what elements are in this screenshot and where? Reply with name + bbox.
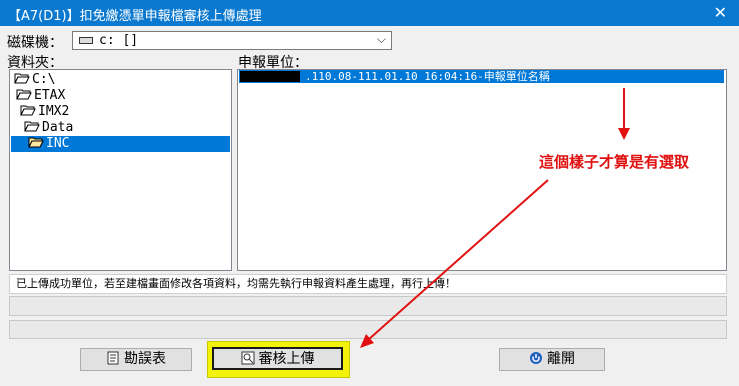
- window-title: 【A7(D1)】扣免繳憑單申報檔審核上傳處理: [8, 9, 262, 24]
- report-unit-row[interactable]: .110.08-111.01.10 16:04:16-申報單位名稱: [239, 70, 724, 83]
- hard-drive-icon: [79, 37, 93, 44]
- folder-open-icon: [16, 89, 32, 100]
- tree-item-label: IMX2: [38, 104, 70, 119]
- status-message: 已上傳成功單位，若至建檔畫面修改各項資料，均需先執行申報資料產生處理，再行上傳！: [9, 274, 727, 294]
- folder-open-icon: [28, 137, 44, 148]
- tree-item-label: C:\: [32, 72, 56, 87]
- document-icon: [107, 351, 119, 365]
- message-bar: [9, 296, 727, 316]
- upload-check-icon: [241, 351, 254, 365]
- error-table-label: 勘誤表: [124, 351, 166, 367]
- title-bar: 【A7(D1)】扣免繳憑單申報檔審核上傳處理 ✕: [0, 0, 739, 26]
- chevron-down-icon[interactable]: ⌵: [377, 32, 386, 47]
- close-icon[interactable]: ✕: [714, 3, 727, 22]
- exit-label: 離開: [547, 351, 575, 367]
- tree-item-c-root[interactable]: C:\: [14, 72, 55, 88]
- tree-item-imx2[interactable]: IMX2: [20, 104, 69, 120]
- folder-open-icon: [14, 73, 30, 84]
- drive-value: c: []: [99, 33, 139, 48]
- tree-item-data[interactable]: Data: [24, 120, 73, 136]
- report-unit-row-text: .110.08-111.01.10 16:04:16-申報單位名稱: [305, 70, 550, 83]
- review-upload-label: 審核上傳: [258, 351, 315, 367]
- folder-tree[interactable]: C:\ ETAX IMX2 Data INC: [9, 69, 232, 271]
- tree-item-label: INC: [46, 136, 70, 151]
- folder-open-icon: [24, 121, 40, 132]
- review-upload-button[interactable]: 審核上傳: [212, 347, 343, 370]
- progress-bar: [9, 320, 727, 339]
- power-icon: [530, 352, 542, 364]
- tree-item-etax[interactable]: ETAX: [16, 88, 65, 104]
- error-table-button[interactable]: 勘誤表: [80, 348, 192, 371]
- exit-button[interactable]: 離開: [499, 348, 605, 371]
- drive-label: 磁碟機：: [7, 35, 63, 51]
- tree-item-inc[interactable]: INC: [11, 136, 230, 152]
- drive-select[interactable]: c: [] ⌵: [72, 31, 392, 50]
- annotation-text: 這個樣子才算是有選取: [539, 153, 690, 171]
- tree-item-label: ETAX: [34, 88, 66, 103]
- tree-item-label: Data: [42, 120, 74, 135]
- redacted-block: [240, 71, 300, 82]
- folder-open-icon: [20, 105, 36, 116]
